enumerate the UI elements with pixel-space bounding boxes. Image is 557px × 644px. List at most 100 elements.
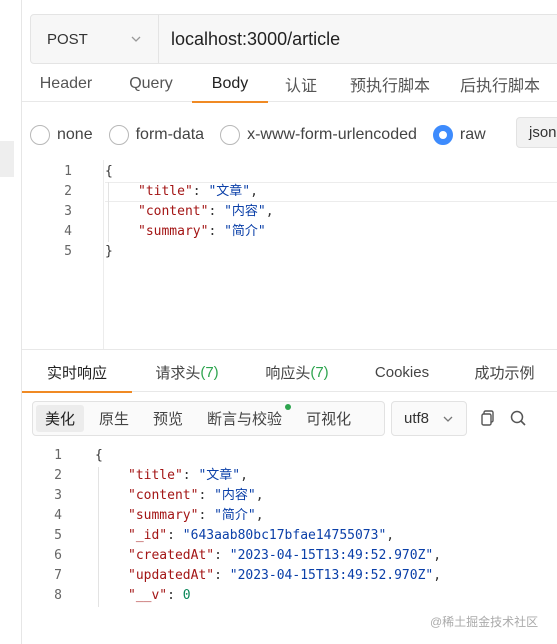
preview-button[interactable]: 预览 [141,402,195,435]
status-dot-icon [285,404,292,410]
indent-guide [108,182,109,242]
copy-icon[interactable] [479,409,497,427]
line-number: 7 [54,568,62,583]
url-bar: POST localhost:3000/article [30,14,557,64]
radio-none[interactable]: none [30,125,93,145]
tab-post-script[interactable]: 后执行脚本 [446,66,554,102]
line-number: 1 [64,164,72,179]
tab-request-headers[interactable]: 请求头 (7) [132,352,242,392]
method-label: POST [47,30,88,48]
json-key: "title" [138,184,193,199]
radio-label: raw [459,126,486,143]
tab-response-headers[interactable]: 响应头 (7) [242,352,352,392]
radio-urlencoded[interactable]: x-www-form-urlencoded [220,125,417,145]
code-line: "__v": 0 [128,588,191,603]
json-key: "summary" [138,224,209,239]
code-brace: } [105,244,113,259]
code-line: "title": "文章", [138,184,258,199]
radio-label: none [57,126,93,143]
assert-label: 断言与校验 [207,411,283,428]
format-select[interactable]: json [516,117,557,148]
code-line: "updatedAt": "2023-04-15T13:49:52.970Z", [128,568,442,583]
code-line: "_id": "643aab80bc17bfae14755073", [128,528,395,543]
json-value: "内容" [224,204,266,219]
json-value: "文章" [198,468,241,483]
request-tabs: Header Query Body 认证 预执行脚本 后执行脚本 [22,66,557,103]
code-line: "content": "内容", [128,488,264,503]
chevron-down-icon [443,416,453,422]
line-number: 3 [64,204,72,219]
request-body-editor[interactable]: 1 2 3 4 5 { "title": "文章", "content": "内… [22,160,557,350]
line-number: 6 [54,548,62,563]
code-brace: { [95,448,103,463]
line-number: 5 [54,528,62,543]
tab-success-example[interactable]: 成功示例 [452,352,557,392]
encoding-label: utf8 [404,410,430,427]
json-key: "updatedAt" [128,568,215,583]
encoding-select[interactable]: utf8 [391,401,467,436]
line-number: 4 [64,224,72,239]
json-key: "_id" [128,528,168,543]
json-key: "summary" [128,508,199,523]
json-value: "2023-04-15T13:49:52.970Z" [229,568,434,583]
radio-circle-icon [30,125,50,145]
code-line: "title": "文章", [128,468,248,483]
response-tabs: 实时响应 请求头 (7) 响应头 (7) Cookies 成功示例 [22,352,557,393]
json-key: "createdAt" [128,548,215,563]
line-number: 5 [64,244,72,259]
left-panel-marker [0,141,14,177]
assert-button[interactable]: 断言与校验 [195,402,294,435]
raw-button[interactable]: 原生 [87,402,141,435]
indent-guide [98,467,99,607]
code-line: "content": "内容", [138,204,274,219]
code-brace: { [105,164,113,179]
radio-label: x-www-form-urlencoded [247,126,417,143]
url-input[interactable]: localhost:3000/article [159,29,340,50]
code-line: "summary": "简介", [128,508,264,523]
body-type-group: none form-data x-www-form-urlencoded raw [30,117,502,153]
json-value: "简介" [214,508,256,523]
line-number: 8 [54,588,62,603]
tab-label: 响应头 [265,364,311,382]
watermark: @稀土掘金技术社区 [430,615,539,629]
line-number: 4 [54,508,62,523]
count-badge: (7) [310,363,329,381]
line-number: 2 [64,184,72,199]
response-body-viewer[interactable]: 1 2 3 4 5 6 7 8 { "title": "文章", "conten… [22,445,557,615]
response-view-toolbar: 美化 原生 预览 断言与校验 可视化 [32,401,385,436]
chevron-down-icon [131,36,141,42]
tab-header[interactable]: Header [22,66,110,102]
json-value: "2023-04-15T13:49:52.970Z" [229,548,434,563]
radio-checked-icon [432,125,453,145]
json-value: 0 [182,588,191,603]
code-line: "summary": "简介" [138,224,266,239]
radio-form-data[interactable]: form-data [108,125,205,145]
json-value: "简介" [224,224,266,239]
tab-body[interactable]: Body [192,66,268,103]
json-key: "__v" [128,588,168,603]
tab-pre-script[interactable]: 预执行脚本 [334,66,446,102]
line-number: 1 [54,448,62,463]
tab-auth[interactable]: 认证 [268,66,334,102]
method-select[interactable]: POST [31,15,159,63]
line-number: 2 [54,468,62,483]
count-badge: (7) [200,363,219,381]
tab-label: 请求头 [155,364,201,382]
json-key: "title" [128,468,183,483]
line-number: 3 [54,488,62,503]
radio-label: form-data [135,126,205,143]
radio-circle-icon [220,125,241,145]
radio-circle-icon [108,125,129,145]
tab-realtime-response[interactable]: 实时响应 [22,352,132,393]
beautify-button[interactable]: 美化 [36,405,85,432]
visualize-button[interactable]: 可视化 [294,402,363,435]
json-key: "content" [128,488,199,503]
radio-raw[interactable]: raw [432,125,486,145]
json-value: "文章" [208,184,251,199]
tab-cookies[interactable]: Cookies [352,352,452,392]
json-key: "content" [138,204,209,219]
search-icon[interactable] [509,409,527,427]
tab-query[interactable]: Query [110,66,192,102]
json-value: "643aab80bc17bfae14755073" [182,528,387,543]
code-line: "createdAt": "2023-04-15T13:49:52.970Z", [128,548,442,563]
